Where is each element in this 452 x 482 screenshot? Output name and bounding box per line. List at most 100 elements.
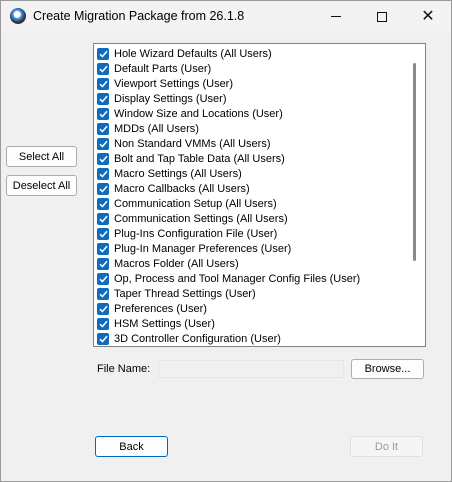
checkbox[interactable] [97, 257, 109, 270]
item-label: Default Parts (User) [114, 62, 212, 75]
item-label: Op, Process and Tool Manager Config File… [114, 272, 361, 285]
checkmark-icon [98, 275, 108, 283]
checkmark-icon [98, 155, 108, 163]
checkmark-icon [98, 140, 108, 148]
checkbox[interactable] [97, 137, 109, 150]
list-item[interactable]: Bolt and Tap Table Data (All Users) [97, 151, 285, 166]
checkbox[interactable] [97, 227, 109, 240]
app-logo-icon [10, 8, 26, 24]
checkmark-icon [98, 230, 108, 238]
checkbox[interactable] [97, 62, 109, 75]
item-label: Preferences (User) [114, 302, 207, 315]
list-item[interactable]: Communication Setup (All Users) [97, 196, 277, 211]
checkbox[interactable] [97, 182, 109, 195]
checkmark-icon [98, 320, 108, 328]
migration-dialog: Create Migration Package from 26.1.8 ✕ S… [0, 0, 452, 482]
checkbox[interactable] [97, 92, 109, 105]
list-item[interactable]: Default Parts (User) [97, 61, 211, 76]
item-label: Non Standard VMMs (All Users) [114, 137, 271, 150]
checkbox[interactable] [97, 212, 109, 225]
window-title: Create Migration Package from 26.1.8 [33, 9, 245, 23]
list-item[interactable]: Macros Folder (All Users) [97, 256, 239, 271]
deselect-all-button[interactable]: Deselect All [6, 175, 77, 196]
item-label: Display Settings (User) [114, 92, 227, 105]
list-scrollbar[interactable] [409, 44, 425, 346]
item-label: MDDs (All Users) [114, 122, 199, 135]
minimize-button[interactable] [313, 1, 359, 32]
close-icon: ✕ [421, 7, 435, 25]
list-item[interactable]: HSM Settings (User) [97, 316, 215, 331]
do-it-button[interactable]: Do It [350, 436, 423, 457]
checkmark-icon [98, 95, 108, 103]
list-item[interactable]: Window Size and Locations (User) [97, 106, 283, 121]
item-label: 3D Controller Configuration (User) [114, 332, 281, 345]
checkmark-icon [98, 110, 108, 118]
checkmark-icon [98, 65, 108, 73]
item-label: Macro Settings (All Users) [114, 167, 242, 180]
item-label: Window Size and Locations (User) [114, 107, 283, 120]
settings-checklist[interactable]: Hole Wizard Defaults (All Users) Default … [93, 43, 426, 347]
file-name-field[interactable] [158, 360, 344, 378]
maximize-button[interactable] [359, 1, 405, 32]
checkbox[interactable] [97, 77, 109, 90]
maximize-icon [377, 11, 387, 22]
checkbox[interactable] [97, 107, 109, 120]
checkmark-icon [98, 185, 108, 193]
list-item[interactable]: Viewport Settings (User) [97, 76, 233, 91]
item-label: Macro Callbacks (All Users) [114, 182, 250, 195]
file-name-label: File Name: [97, 363, 151, 375]
checkbox[interactable] [97, 197, 109, 210]
item-label: Communication Setup (All Users) [114, 197, 277, 210]
list-item[interactable]: Macro Callbacks (All Users) [97, 181, 250, 196]
checkmark-icon [98, 245, 108, 253]
item-label: HSM Settings (User) [114, 317, 215, 330]
checkbox[interactable] [97, 167, 109, 180]
item-label: Communication Settings (All Users) [114, 212, 288, 225]
close-button[interactable]: ✕ [405, 1, 451, 32]
checkmark-icon [98, 305, 108, 313]
item-label: Hole Wizard Defaults (All Users) [114, 47, 272, 60]
checkmark-icon [98, 170, 108, 178]
checkbox[interactable] [97, 317, 109, 330]
list-item[interactable]: Plug-Ins Configuration File (User) [97, 226, 277, 241]
item-label: Plug-Ins Configuration File (User) [114, 227, 278, 240]
checkbox[interactable] [97, 242, 109, 255]
list-item[interactable]: 3D Controller Configuration (User) [97, 331, 281, 346]
list-item[interactable]: Display Settings (User) [97, 91, 226, 106]
list-item[interactable]: Op, Process and Tool Manager Config File… [97, 271, 360, 286]
checkbox[interactable] [97, 272, 109, 285]
item-label: Viewport Settings (User) [114, 77, 234, 90]
checkmark-icon [98, 335, 108, 343]
checkbox[interactable] [97, 332, 109, 345]
list-item[interactable]: Plug-In Manager Preferences (User) [97, 241, 291, 256]
checkbox[interactable] [97, 152, 109, 165]
item-label: Macros Folder (All Users) [114, 257, 239, 270]
checkmark-icon [98, 80, 108, 88]
checkbox[interactable] [97, 287, 109, 300]
scrollbar-thumb[interactable] [413, 63, 416, 261]
checkmark-icon [98, 50, 108, 58]
list-item[interactable]: Macro Settings (All Users) [97, 166, 242, 181]
browse-button[interactable]: Browse... [351, 359, 424, 379]
checkmark-icon [98, 260, 108, 268]
list-item[interactable]: Hole Wizard Defaults (All Users) [97, 46, 272, 61]
select-all-button[interactable]: Select All [6, 146, 77, 167]
checkmark-icon [98, 200, 108, 208]
back-button[interactable]: Back [95, 436, 168, 457]
item-label: Plug-In Manager Preferences (User) [114, 242, 292, 255]
list-item[interactable]: Preferences (User) [97, 301, 207, 316]
item-label: Bolt and Tap Table Data (All Users) [114, 152, 285, 165]
list-item[interactable]: Communication Settings (All Users) [97, 211, 288, 226]
list-item[interactable]: MDDs (All Users) [97, 121, 199, 136]
item-label: Taper Thread Settings (User) [114, 287, 256, 300]
checkbox[interactable] [97, 47, 109, 60]
list-item[interactable]: Taper Thread Settings (User) [97, 286, 256, 301]
checkmark-icon [98, 290, 108, 298]
title-bar[interactable]: Create Migration Package from 26.1.8 ✕ [1, 1, 451, 32]
list-item[interactable]: Non Standard VMMs (All Users) [97, 136, 271, 151]
minimize-icon [331, 16, 341, 17]
checkbox[interactable] [97, 302, 109, 315]
checkmark-icon [98, 125, 108, 133]
checkbox[interactable] [97, 122, 109, 135]
checkmark-icon [98, 215, 108, 223]
